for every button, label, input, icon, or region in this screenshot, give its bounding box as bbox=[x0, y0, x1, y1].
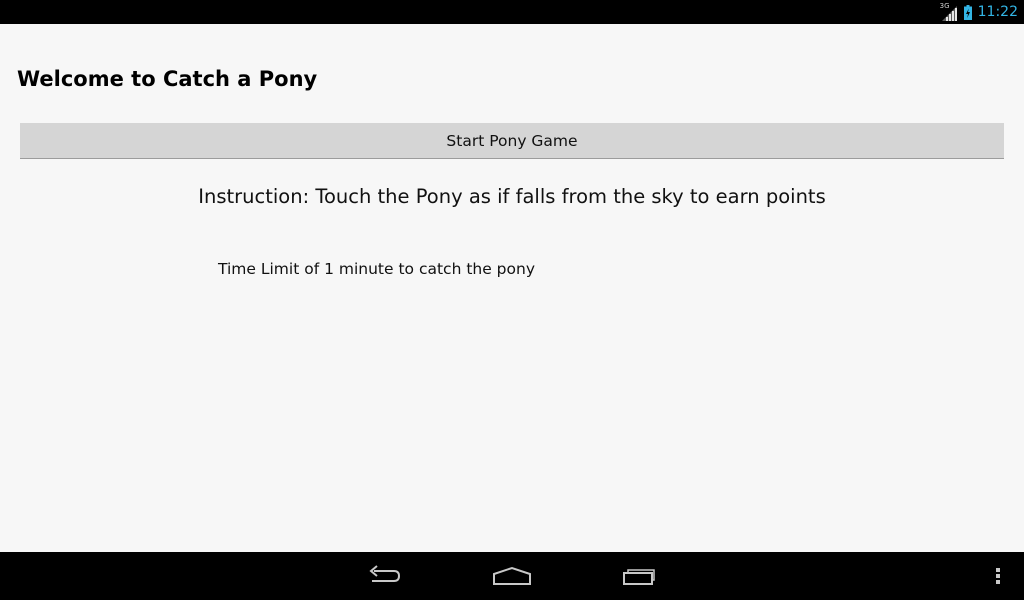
overflow-menu-icon bbox=[996, 568, 1000, 584]
page-title: Welcome to Catch a Pony bbox=[17, 67, 318, 91]
time-limit-text: Time Limit of 1 minute to catch the pony bbox=[218, 260, 536, 278]
status-bar: 3G 11:22 bbox=[0, 0, 1024, 24]
battery-charging-icon bbox=[963, 4, 972, 20]
navigation-bar bbox=[0, 552, 1024, 600]
clock: 11:22 bbox=[977, 4, 1018, 20]
back-button[interactable] bbox=[352, 552, 416, 600]
signal-icon: 3G bbox=[940, 3, 958, 21]
overflow-menu-button[interactable] bbox=[980, 552, 1016, 600]
recent-apps-icon bbox=[623, 569, 655, 585]
instruction-text: Instruction: Touch the Pony as if falls … bbox=[198, 185, 826, 208]
recent-apps-button[interactable] bbox=[608, 552, 672, 600]
app-content: Welcome to Catch a Pony Start Pony Game … bbox=[0, 24, 1024, 552]
home-button[interactable] bbox=[480, 552, 544, 600]
status-icons: 3G 11:22 bbox=[940, 0, 1018, 24]
back-icon bbox=[369, 565, 401, 582]
start-pony-game-button[interactable]: Start Pony Game bbox=[20, 123, 1004, 159]
home-icon bbox=[493, 566, 531, 585]
screen: 3G 11:22 Welcome to Catch a Pony Start P… bbox=[0, 0, 1024, 600]
